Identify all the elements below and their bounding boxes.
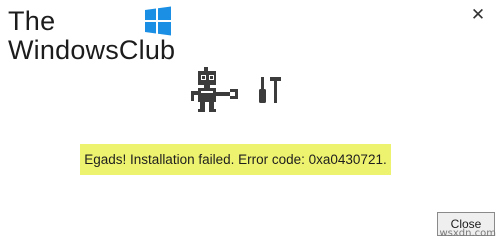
error-message-text: Egads! Installation failed. Error code: … (84, 152, 387, 167)
brand-logo-line2: WindowsClub (8, 35, 176, 65)
site-watermark: wsxdn.com (439, 228, 496, 239)
windows-flag-icon (145, 6, 171, 36)
error-message-banner: Egads! Installation failed. Error code: … (80, 144, 391, 175)
window-close-icon[interactable]: ✕ (458, 0, 498, 30)
robot-repair-icon (191, 67, 281, 112)
brand-logo-line1: The (8, 6, 56, 36)
installer-window: The WindowsClub ✕ Egads! Installation fa… (0, 0, 500, 241)
